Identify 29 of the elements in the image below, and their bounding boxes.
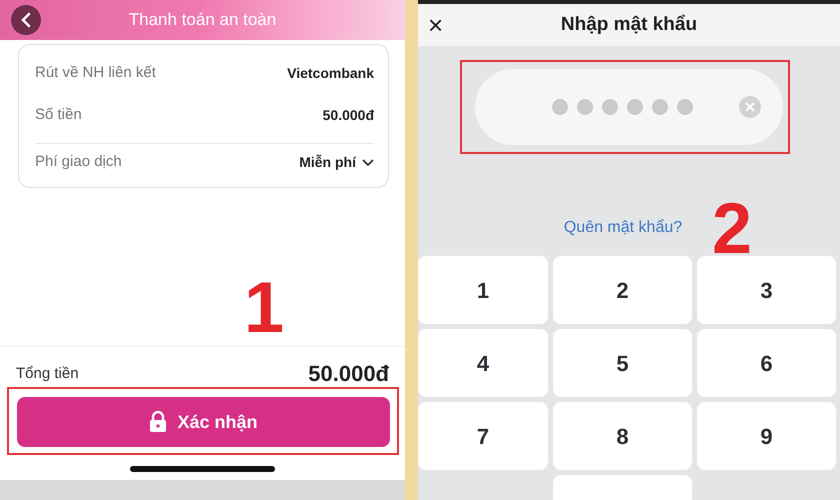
step-number: 1 bbox=[244, 272, 284, 344]
confirm-button[interactable]: Xác nhận bbox=[17, 397, 390, 447]
keypad-key[interactable]: 2 bbox=[553, 256, 692, 324]
forgot-password-link[interactable]: Quên mật khẩu? bbox=[564, 216, 682, 240]
screen-title: Thanh toán an toàn bbox=[128, 10, 276, 30]
keypad-key[interactable]: 7 bbox=[418, 402, 548, 470]
detail-label: Rút về NH liên kết bbox=[35, 63, 156, 84]
keypad-key[interactable]: 4 bbox=[418, 329, 548, 397]
keypad-key[interactable]: 5 bbox=[553, 329, 692, 397]
detail-value: 50.000đ bbox=[322, 106, 374, 125]
fee-dropdown[interactable]: Miễn phí bbox=[299, 152, 374, 173]
total-value: 50.000đ bbox=[308, 363, 389, 385]
chevron-down-icon bbox=[362, 158, 374, 166]
detail-label: Phí giao dịch bbox=[35, 152, 122, 172]
close-button[interactable]: × bbox=[418, 12, 444, 38]
dialog-title: Nhập mật khẩu bbox=[560, 14, 698, 35]
keypad-key[interactable]: 9 bbox=[697, 402, 836, 470]
lock-icon bbox=[149, 411, 168, 433]
chevron-left-icon bbox=[20, 12, 32, 28]
keypad-key[interactable]: 6 bbox=[697, 329, 836, 397]
keypad-key[interactable]: 8 bbox=[553, 402, 692, 470]
keypad-key[interactable]: 1 bbox=[418, 256, 548, 324]
detail-label: Số tiền bbox=[35, 105, 82, 126]
clear-icon[interactable] bbox=[739, 96, 761, 118]
detail-value: Vietcombank bbox=[287, 64, 374, 83]
total-label: Tổng tiền bbox=[16, 364, 79, 384]
back-button[interactable] bbox=[11, 5, 41, 35]
keypad-key[interactable] bbox=[553, 475, 692, 500]
keypad-key[interactable]: 3 bbox=[697, 256, 836, 324]
